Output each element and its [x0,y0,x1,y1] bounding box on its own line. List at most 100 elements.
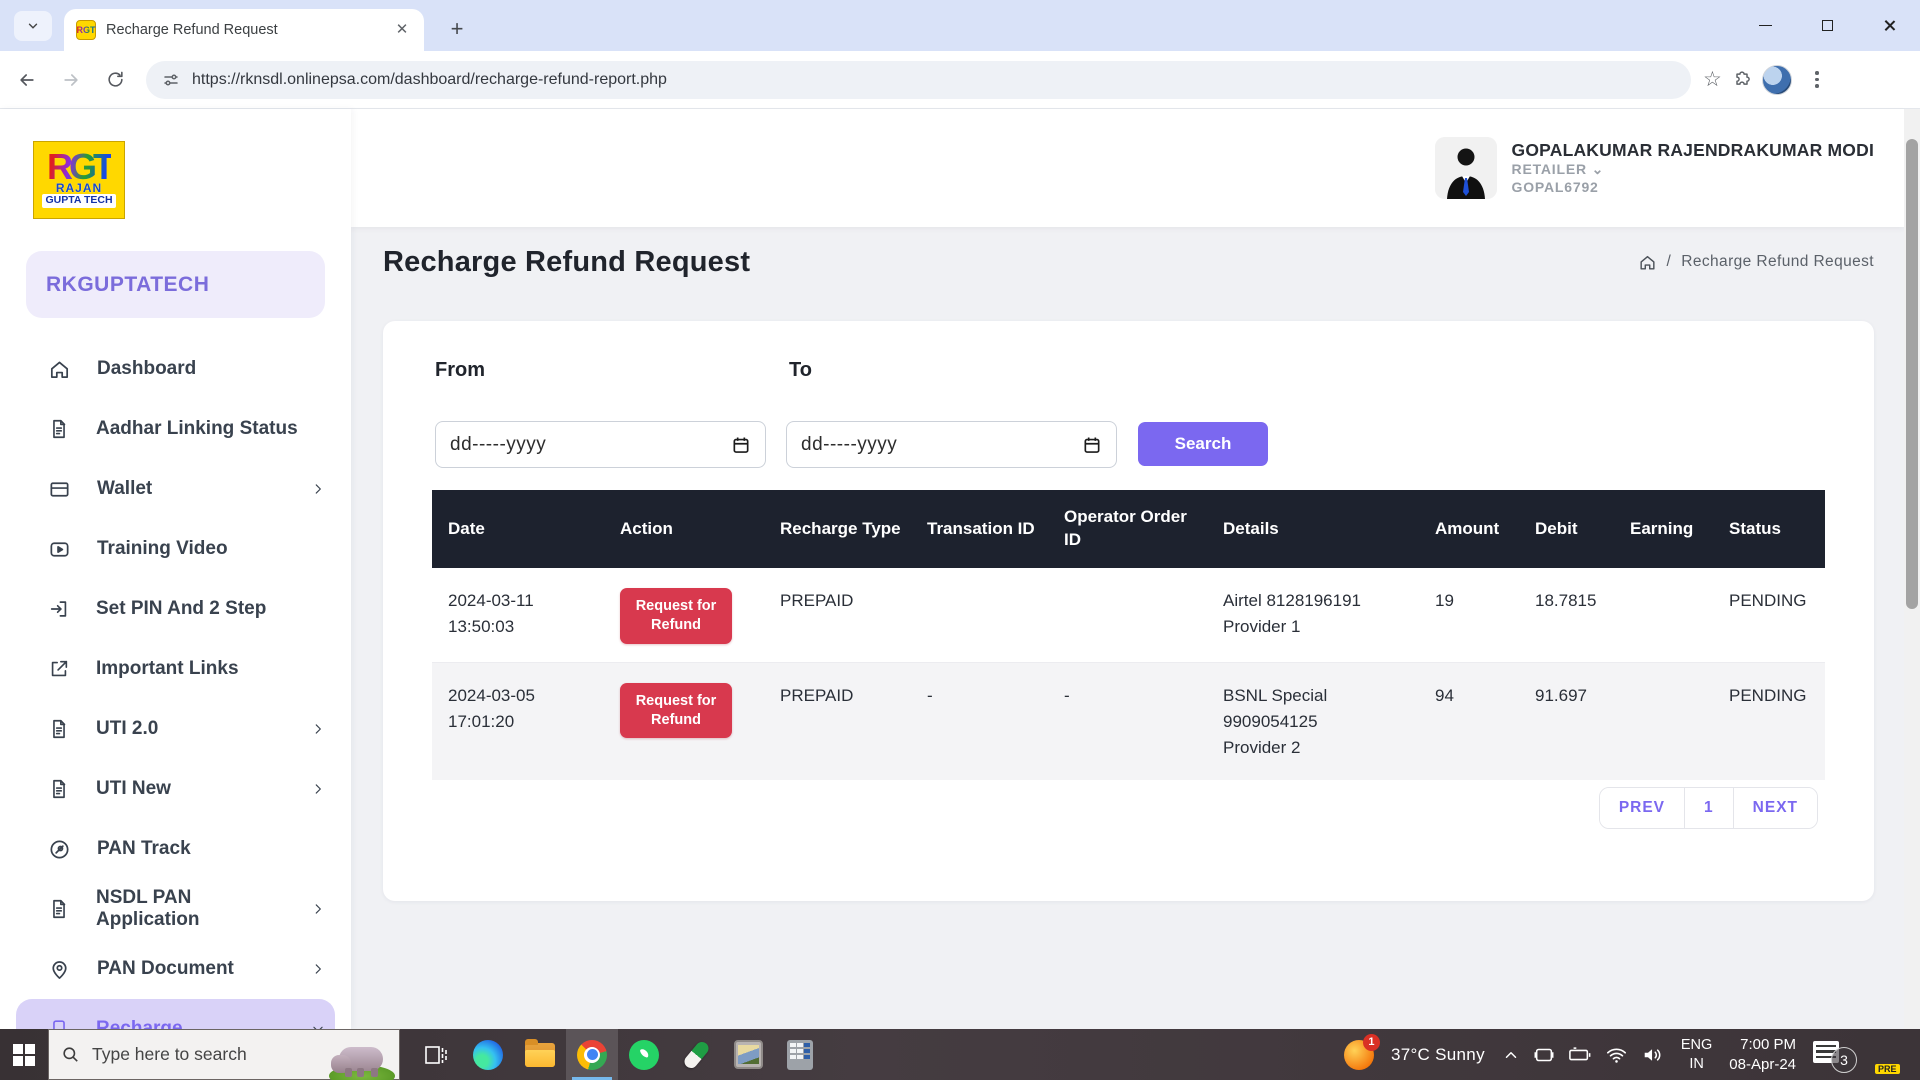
volume-icon[interactable] [1641,1044,1664,1066]
app-header: GOPALAKUMAR RAJENDRAKUMAR MODI RETAILER … [351,109,1904,227]
tab-search-button[interactable] [14,11,52,41]
request-refund-button[interactable]: Request for Refund [620,683,732,739]
home-icon [48,358,71,381]
calculator-button[interactable] [774,1029,826,1080]
photos-app-button[interactable] [722,1029,774,1080]
search-highlight-hippo-image[interactable] [329,1035,395,1079]
prev-page-button[interactable]: PREV [1600,788,1684,828]
breadcrumb: / Recharge Refund Request [1638,253,1874,272]
copilot-button[interactable]: PRE [1874,1039,1906,1071]
forward-icon[interactable] [54,63,88,97]
document-icon [48,718,70,740]
user-name: GOPALAKUMAR RAJENDRAKUMAR MODI [1512,140,1874,161]
sidebar-item-important-links[interactable]: Important Links [0,639,351,699]
to-date-input[interactable] [801,434,1082,456]
site-settings-icon[interactable] [162,71,180,89]
browser-profile-avatar[interactable] [1762,65,1792,95]
whatsapp-button[interactable] [618,1029,670,1080]
weather-sun-icon[interactable]: 1 [1344,1040,1374,1070]
browser-tabstrip: RGT Recharge Refund Request ✕ + [0,0,1920,51]
task-view-icon [423,1042,449,1068]
chevron-right-icon [311,782,325,796]
chrome-icon [577,1040,607,1070]
bookmark-star-icon[interactable]: ☆ [1703,67,1722,92]
tab-close-icon[interactable]: ✕ [392,20,412,40]
sidebar-item-dashboard[interactable]: Dashboard [0,339,351,399]
sidebar-item-aadhar-linking-status[interactable]: Aadhar Linking Status [0,399,351,459]
url-bar[interactable]: https://rknsdl.onlinepsa.com/dashboard/r… [146,61,1691,99]
taskbar-search[interactable]: Type here to search [48,1029,400,1080]
request-refund-button[interactable]: Request for Refund [620,588,732,644]
browser-tab[interactable]: RGT Recharge Refund Request ✕ [64,9,424,51]
reload-icon[interactable] [98,63,132,97]
cell-status: PENDING [1713,662,1825,780]
weather-text[interactable]: 37°C Sunny [1391,1045,1485,1065]
window-close-button[interactable] [1858,0,1920,51]
sidebar-item-nsdl-pan-application[interactable]: NSDL PAN Application [0,879,351,939]
to-date-field[interactable] [786,421,1117,468]
chevron-right-icon [311,902,325,916]
next-page-button[interactable]: NEXT [1733,788,1817,828]
start-button[interactable] [0,1029,48,1080]
cell-operator-order-id: - [1048,662,1207,780]
sidebar-item-pan-track[interactable]: PAN Track [0,819,351,879]
main-content: GOPALAKUMAR RAJENDRAKUMAR MODI RETAILER … [351,109,1904,1029]
taskbar-tray: 1 37°C Sunny ENG IN 7:00 PM 08-Apr-24 3 [1344,1035,1920,1074]
window-minimize-button[interactable] [1734,0,1796,51]
wifi-icon[interactable] [1605,1044,1628,1066]
document-icon [48,778,70,800]
edge-icon [473,1040,503,1070]
scrollbar-thumb[interactable] [1906,139,1918,609]
notification-count-badge: 3 [1831,1047,1857,1073]
sidebar-item-uti-2-0[interactable]: UTI 2.0 [0,699,351,759]
cell-earning [1614,662,1713,780]
cell-recharge-type: PREPAID [764,568,911,662]
user-block[interactable]: GOPALAKUMAR RAJENDRAKUMAR MODI RETAILER … [1435,137,1874,199]
battery-icon[interactable] [1568,1044,1592,1066]
search-button[interactable]: Search [1138,422,1268,466]
from-date-field[interactable] [435,421,766,468]
new-tab-button[interactable]: + [442,15,472,45]
sidebar-item-training-video[interactable]: Training Video [0,519,351,579]
calendar-icon[interactable] [731,435,751,455]
sidebar-item-wallet[interactable]: Wallet [0,459,351,519]
sidebar-brand[interactable]: RKGUPTATECH [26,251,325,318]
pill-app-button[interactable] [670,1029,722,1080]
language-indicator[interactable]: ENG IN [1681,1036,1712,1074]
copilot-pre-badge: PRE [1875,1064,1900,1074]
page-title: Recharge Refund Request [383,246,1638,279]
breadcrumb-home-icon[interactable] [1638,253,1657,272]
user-avatar [1435,137,1497,199]
calendar-icon[interactable] [1082,435,1102,455]
clock[interactable]: 7:00 PM 08-Apr-24 [1729,1035,1796,1074]
cell-status: PENDING [1713,568,1825,662]
page-scrollbar[interactable] [1904,109,1920,1029]
back-icon[interactable] [10,63,44,97]
from-date-input[interactable] [450,434,731,456]
sidebar-item-pan-document[interactable]: PAN Document [0,939,351,999]
pill-icon [681,1039,710,1070]
display-cast-icon[interactable] [1533,1044,1555,1066]
hidden-icons-chevron-icon[interactable] [1502,1046,1520,1064]
screen: RGT Recharge Refund Request ✕ + https://… [0,0,1920,1080]
table-row: 2024-03-1113:50:03 Request for Refund PR… [432,568,1825,662]
file-explorer-button[interactable] [514,1029,566,1080]
url-text: https://rknsdl.onlinepsa.com/dashboard/r… [192,71,667,89]
cell-operator-order-id [1048,568,1207,662]
chrome-button[interactable] [566,1029,618,1080]
sidebar-item-set-pin-2step[interactable]: Set PIN And 2 Step [0,579,351,639]
tab-title: Recharge Refund Request [106,22,382,38]
role-caret-icon[interactable]: ⌄ [1592,161,1605,177]
edge-button[interactable] [462,1029,514,1080]
browser-menu-icon[interactable] [1802,71,1832,88]
task-view-button[interactable] [410,1029,462,1080]
sidebar-item-uti-new[interactable]: UTI New [0,759,351,819]
document-icon [48,898,70,920]
page-number-button[interactable]: 1 [1684,788,1733,828]
table-row: 2024-03-0517:01:20 Request for Refund PR… [432,662,1825,780]
notification-center-button[interactable]: 3 [1813,1039,1857,1071]
extensions-icon[interactable] [1732,70,1752,90]
cell-earning [1614,568,1713,662]
window-maximize-button[interactable] [1796,0,1858,51]
chevron-right-icon [311,482,325,496]
